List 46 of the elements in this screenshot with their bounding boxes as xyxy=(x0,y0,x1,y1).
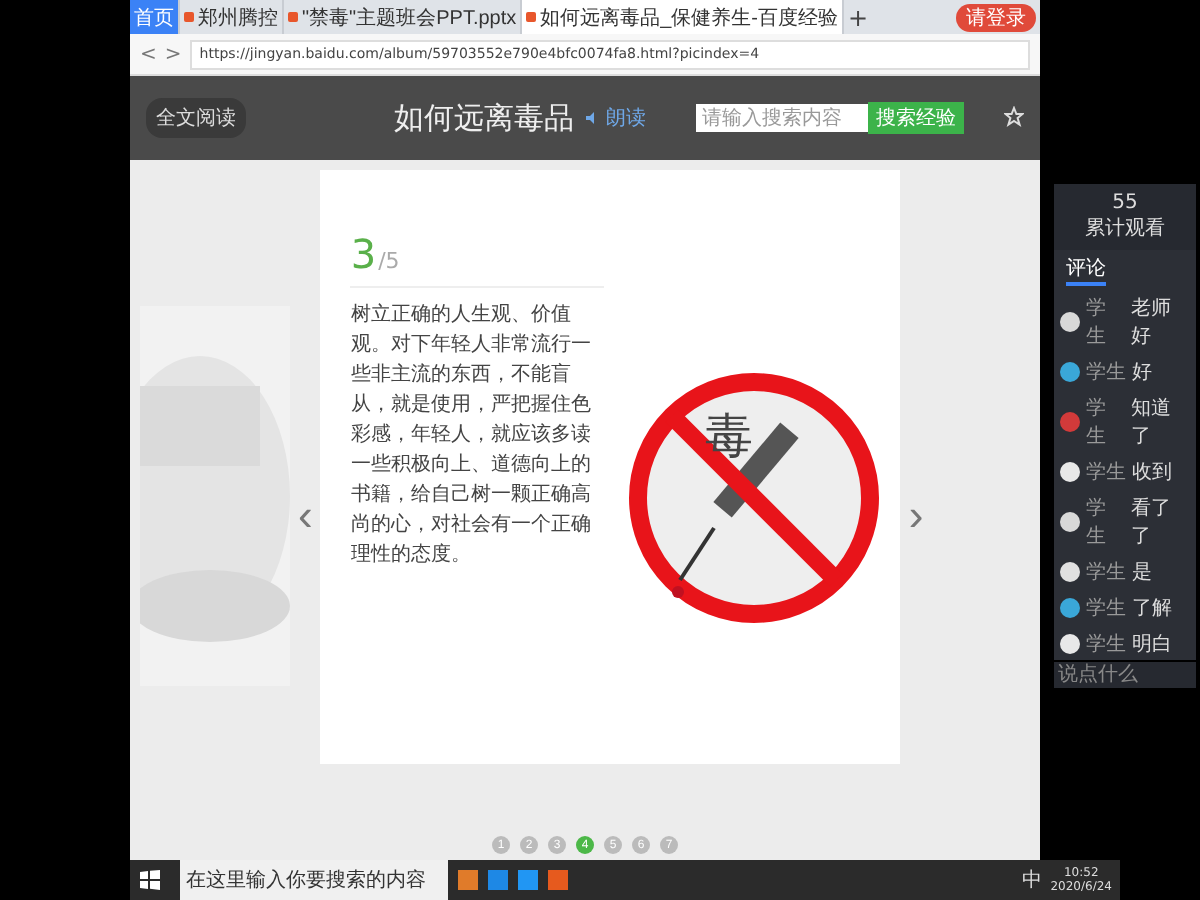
chat-message: 看了了 xyxy=(1131,495,1174,550)
user-name: 学生 xyxy=(1086,631,1126,658)
chat-message: 是 xyxy=(1132,560,1152,586)
drug-character: 毒 xyxy=(704,405,753,467)
login-button[interactable]: 请登录 xyxy=(956,3,1036,31)
page-icon xyxy=(184,12,194,22)
chat-message: 知道了 xyxy=(1131,396,1174,450)
app-icon[interactable] xyxy=(458,870,478,890)
read-aloud-link[interactable]: 朗读 xyxy=(586,104,646,132)
new-tab-button[interactable]: + xyxy=(844,0,873,34)
chat-message: 明白 xyxy=(1132,632,1172,658)
chat-message: 了解 xyxy=(1132,596,1172,622)
windows-icon[interactable] xyxy=(140,870,160,890)
user-name: 学生 xyxy=(1086,296,1108,350)
step-number: 3 xyxy=(350,230,377,278)
user-name: 学生 xyxy=(1086,496,1108,550)
user-name: 学生 xyxy=(1086,559,1126,586)
article-title: 如何远离毒品 xyxy=(394,99,574,137)
step-total: /5 xyxy=(378,248,400,274)
input-method-indicator[interactable]: 中 xyxy=(1022,866,1043,894)
star-icon[interactable] xyxy=(1004,106,1024,130)
chat-message: 好 xyxy=(1132,360,1152,386)
browser-icon[interactable] xyxy=(488,870,508,890)
comments-tab[interactable]: 评论 xyxy=(1066,254,1106,286)
browser-tab[interactable]: "禁毒"主题班会PPT.pptx xyxy=(284,0,523,34)
chat-message: 老师好 xyxy=(1131,295,1174,350)
browser-tab[interactable]: 郑州腾控 xyxy=(180,0,284,34)
taskbar-search-field[interactable]: 在这里输入你要搜索的内容 xyxy=(180,860,448,900)
search-field[interactable]: 请输入搜索内容 xyxy=(696,104,868,132)
viewer-count-label: 累计观看 xyxy=(1085,215,1165,242)
chat-message: 收到 xyxy=(1132,460,1172,486)
user-name: 学生 xyxy=(1086,359,1126,386)
page-icon xyxy=(526,12,537,22)
full-text-button[interactable]: 全文阅读 xyxy=(146,98,246,138)
browser-tab[interactable]: 首页 xyxy=(130,0,180,34)
back-button[interactable]: < xyxy=(140,43,157,65)
chat-input[interactable]: 说点什么 xyxy=(1054,662,1196,688)
viewer-count: 55 xyxy=(1112,192,1138,214)
search-button[interactable]: 搜索经验 xyxy=(868,102,964,134)
user-name: 学生 xyxy=(1086,396,1108,450)
browser-tab[interactable]: 如何远离毒品_保健养生-百度经验 xyxy=(522,0,845,34)
forward-button[interactable]: > xyxy=(164,43,182,65)
page-icon xyxy=(288,12,298,22)
user-name: 学生 xyxy=(1086,459,1126,486)
step-text: 树立正确的人生观、价值观。对下年轻人非常流行一些非主流的东西，不能盲从，就是使用，严把握住色彩感，年轻人，就应该多读一些积极向上、道德向上的书籍，给自己树一颗正确高尚的心，对社会有一个正确理性的态度。 xyxy=(350,301,593,570)
user-name: 学生 xyxy=(1086,595,1126,622)
